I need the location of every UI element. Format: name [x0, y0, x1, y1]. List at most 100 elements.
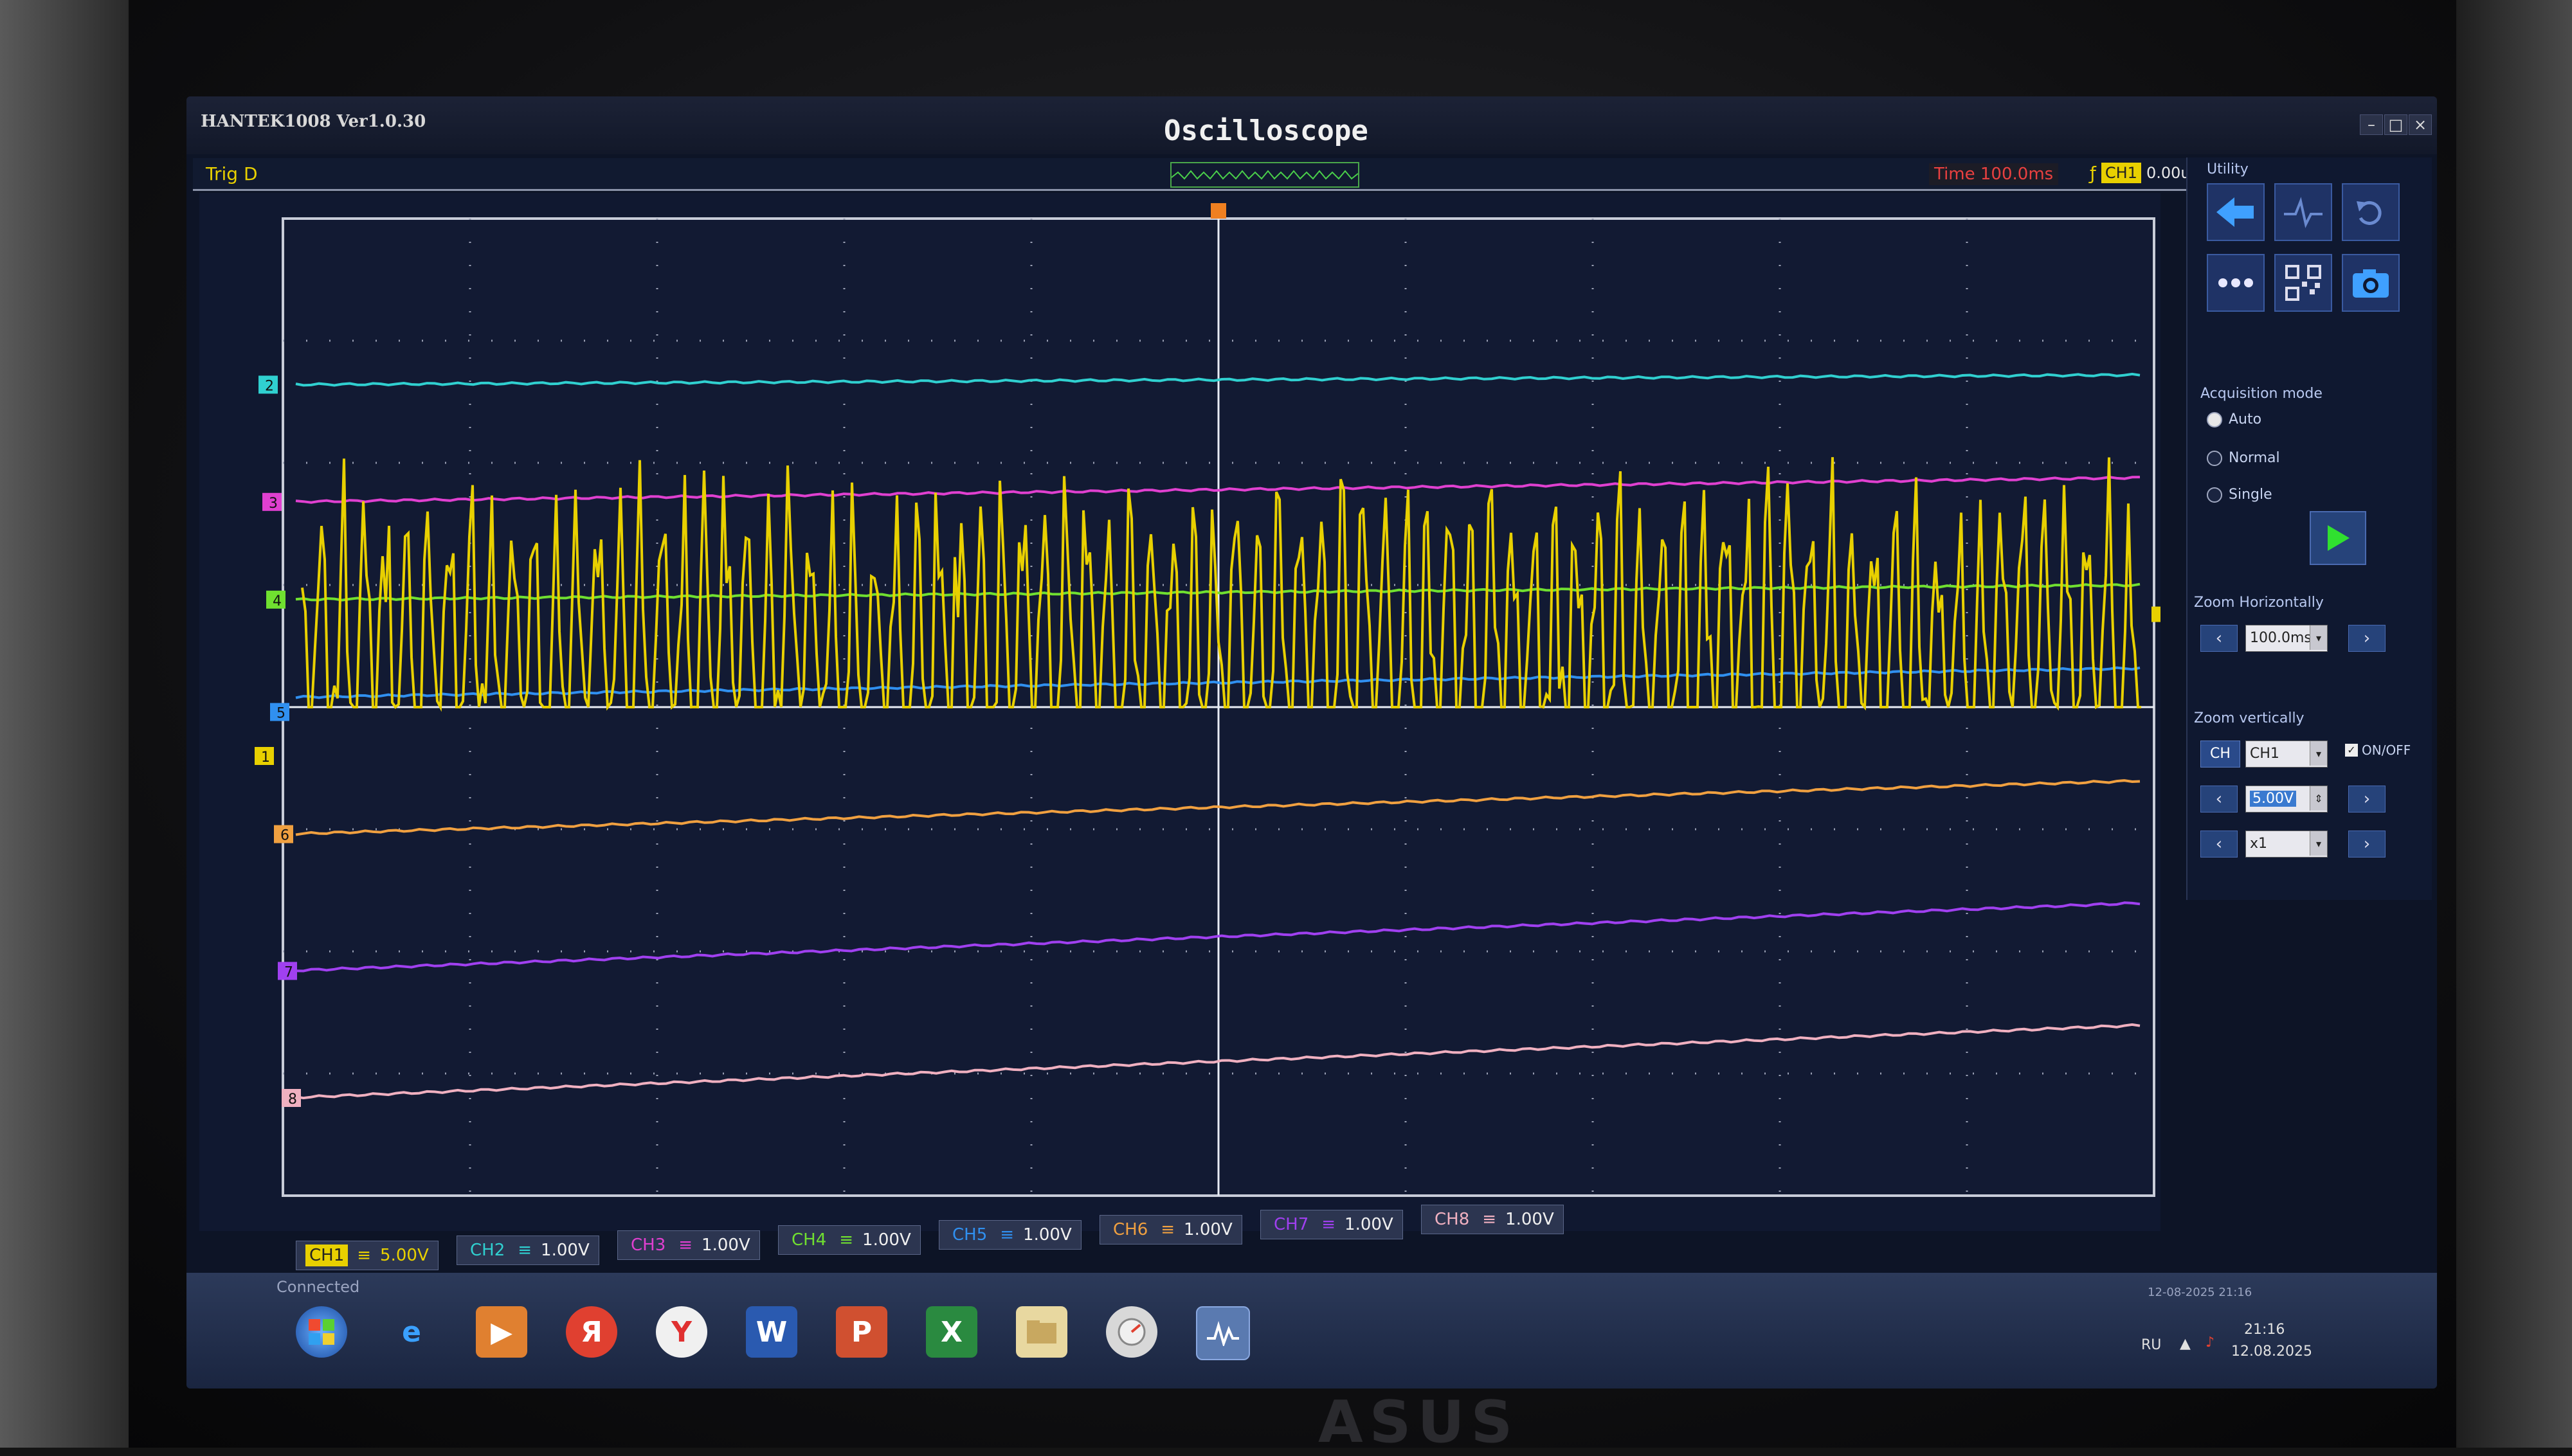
spin-arrows-icon: ⇕ — [2310, 786, 2327, 811]
waveform-display[interactable]: 1 2 3 4 5 6 7 8 — [199, 193, 2160, 1231]
ch4-name: CH4 — [792, 1230, 827, 1250]
laptop-screen: HANTEK1008 Ver1.0.30 Oscilloscope – □ × … — [186, 96, 2437, 1389]
ch6-name: CH6 — [1113, 1220, 1148, 1239]
mode-normal[interactable]: Normal — [2207, 450, 2280, 466]
yandex-browser-icon[interactable]: Y — [656, 1306, 707, 1358]
taskbar: Connected e ▶ Я Y W P X 12-08-2025 21:16… — [186, 1273, 2437, 1389]
radio-single[interactable] — [2207, 487, 2222, 503]
coupling-icon: ≡ — [1000, 1225, 1015, 1245]
coupling-icon: ≡ — [1321, 1215, 1336, 1234]
ch3-name: CH3 — [631, 1236, 666, 1255]
minimize-button[interactable]: – — [2360, 114, 2383, 135]
channel-button-ch8[interactable]: CH8 ≡ 1.00V — [1421, 1205, 1564, 1234]
channel-marker-label-5: 5 — [276, 706, 285, 722]
maximize-button[interactable]: □ — [2384, 114, 2407, 135]
watermark-timestamp: 12-08-2025 21:16 — [2148, 1286, 2252, 1299]
timebase-readout: Time 100.0ms — [1929, 163, 2059, 185]
probe-select[interactable]: x1 ▾ — [2245, 831, 2328, 858]
channel-button-ch6[interactable]: CH6 ≡ 1.00V — [1100, 1215, 1242, 1245]
zoom-h-value: 100.0ms — [2250, 630, 2312, 646]
ch8-name: CH8 — [1435, 1210, 1470, 1229]
chevron-down-icon: ▾ — [2310, 625, 2327, 650]
volts-right-button[interactable]: › — [2348, 786, 2386, 813]
channel-button-ch7[interactable]: CH7 ≡ 1.00V — [1260, 1210, 1403, 1239]
probe-right-button[interactable]: › — [2348, 831, 2386, 858]
system-tray: 12-08-2025 21:16 RU ▲ ♪ 21:16 12.08.2025 — [2141, 1273, 2424, 1389]
channel-marker-label-3: 3 — [269, 496, 278, 512]
chevron-down-icon: ▾ — [2310, 831, 2327, 856]
channel-marker-label-7: 7 — [284, 964, 293, 980]
camera-icon[interactable] — [2342, 254, 2400, 312]
chevron-down-icon: ▾ — [2310, 741, 2327, 766]
channel-marker-label-1: 1 — [261, 750, 270, 766]
tray-expand-icon[interactable]: ▲ — [2180, 1336, 2191, 1352]
internet-explorer-icon[interactable]: e — [386, 1306, 437, 1358]
waveform-canvas: 1 2 3 4 5 6 7 8 — [199, 193, 2160, 1231]
channel-marker-label-8: 8 — [288, 1092, 297, 1108]
pulse-icon[interactable] — [2274, 183, 2332, 241]
zoom-h-select[interactable]: 100.0ms ▾ — [2245, 625, 2328, 652]
channel-button-ch2[interactable]: CH2 ≡ 1.00V — [457, 1236, 599, 1265]
background-surface-left — [0, 0, 129, 1448]
mode-auto-label: Auto — [2229, 411, 2262, 427]
explorer-icon[interactable] — [1016, 1306, 1067, 1358]
channel-button-ch5[interactable]: CH5 ≡ 1.00V — [939, 1220, 1082, 1250]
channel-bar: CH1 ≡ 5.00V CH2 ≡ 1.00V CH3 ≡ 1.00V CH4 … — [296, 1205, 2096, 1273]
channel-select[interactable]: CH1 ▾ — [2245, 741, 2328, 768]
acquisition-title: Acquisition mode — [2200, 386, 2323, 402]
clock-date[interactable]: 12.08.2025 — [2231, 1344, 2312, 1360]
coupling-icon: ≡ — [1482, 1210, 1497, 1229]
trigger-level-marker — [2151, 606, 2160, 622]
back-arrow-icon[interactable] — [2207, 183, 2265, 241]
ch7-volts: 1.00V — [1345, 1215, 1393, 1234]
channel-button-ch4[interactable]: CH4 ≡ 1.00V — [778, 1225, 921, 1255]
volts-value: 5.00V — [2250, 791, 2297, 807]
media-player-icon[interactable]: ▶ — [476, 1306, 527, 1358]
probe-left-button[interactable]: ‹ — [2200, 831, 2238, 858]
coupling-icon: ≡ — [678, 1236, 693, 1255]
qr-code-icon[interactable] — [2274, 254, 2332, 312]
volts-left-button[interactable]: ‹ — [2200, 786, 2238, 813]
zoom-h-right-button[interactable]: › — [2348, 625, 2386, 652]
clock-time[interactable]: 21:16 — [2244, 1322, 2285, 1338]
mode-single[interactable]: Single — [2207, 487, 2272, 503]
trigger-channel: CH1 — [2101, 163, 2141, 183]
oscilloscope-app-icon[interactable] — [1196, 1306, 1250, 1360]
radio-normal[interactable] — [2207, 450, 2222, 466]
connection-status: Connected — [276, 1278, 360, 1296]
app-version: HANTEK1008 Ver1.0.30 — [201, 112, 426, 131]
undo-icon[interactable] — [2342, 183, 2400, 241]
close-button[interactable]: × — [2409, 114, 2432, 135]
run-button[interactable] — [2310, 511, 2366, 565]
start-orb-icon[interactable] — [296, 1306, 347, 1358]
ch4-volts: 1.00V — [862, 1230, 911, 1250]
channel-button-ch1[interactable]: CH1 ≡ 5.00V — [296, 1241, 439, 1270]
channel-button[interactable]: CH — [2200, 741, 2240, 768]
onoff-toggle[interactable]: ✓ ON/OFF — [2345, 742, 2411, 758]
scope-header: Trig D Time 100.0ms ƒ CH1 0.00uV — [193, 158, 2201, 191]
volts-spinbox[interactable]: 5.00V ⇕ — [2245, 786, 2328, 813]
more-icon[interactable] — [2207, 254, 2265, 312]
trigger-source[interactable]: ƒ CH1 0.00uV — [2090, 162, 2201, 184]
gauge-app-icon[interactable] — [1106, 1306, 1157, 1358]
channel-marker-label-2: 2 — [265, 378, 274, 394]
waveform-overview[interactable] — [1170, 162, 1359, 188]
word-icon[interactable]: W — [746, 1306, 797, 1358]
volume-icon[interactable]: ♪ — [2205, 1335, 2214, 1351]
window-title: Oscilloscope — [1164, 114, 1368, 147]
checkbox-onoff[interactable]: ✓ — [2345, 744, 2358, 757]
yandex-icon[interactable]: Я — [566, 1306, 617, 1358]
excel-icon[interactable]: X — [926, 1306, 977, 1358]
ch3-volts: 1.00V — [702, 1236, 750, 1255]
zoom-h-left-button[interactable]: ‹ — [2200, 625, 2238, 652]
powerpoint-icon[interactable]: P — [836, 1306, 887, 1358]
zoom-vertical-title: Zoom vertically — [2194, 710, 2305, 726]
mode-auto[interactable]: Auto — [2207, 411, 2261, 427]
ch6-volts: 1.00V — [1184, 1220, 1233, 1239]
ch2-name: CH2 — [470, 1241, 505, 1260]
ch1-name: CH1 — [305, 1245, 349, 1266]
channel-button-ch3[interactable]: CH3 ≡ 1.00V — [617, 1230, 760, 1260]
radio-auto[interactable] — [2207, 411, 2222, 427]
language-indicator[interactable]: RU — [2141, 1337, 2161, 1353]
background-surface-right — [2456, 0, 2572, 1448]
